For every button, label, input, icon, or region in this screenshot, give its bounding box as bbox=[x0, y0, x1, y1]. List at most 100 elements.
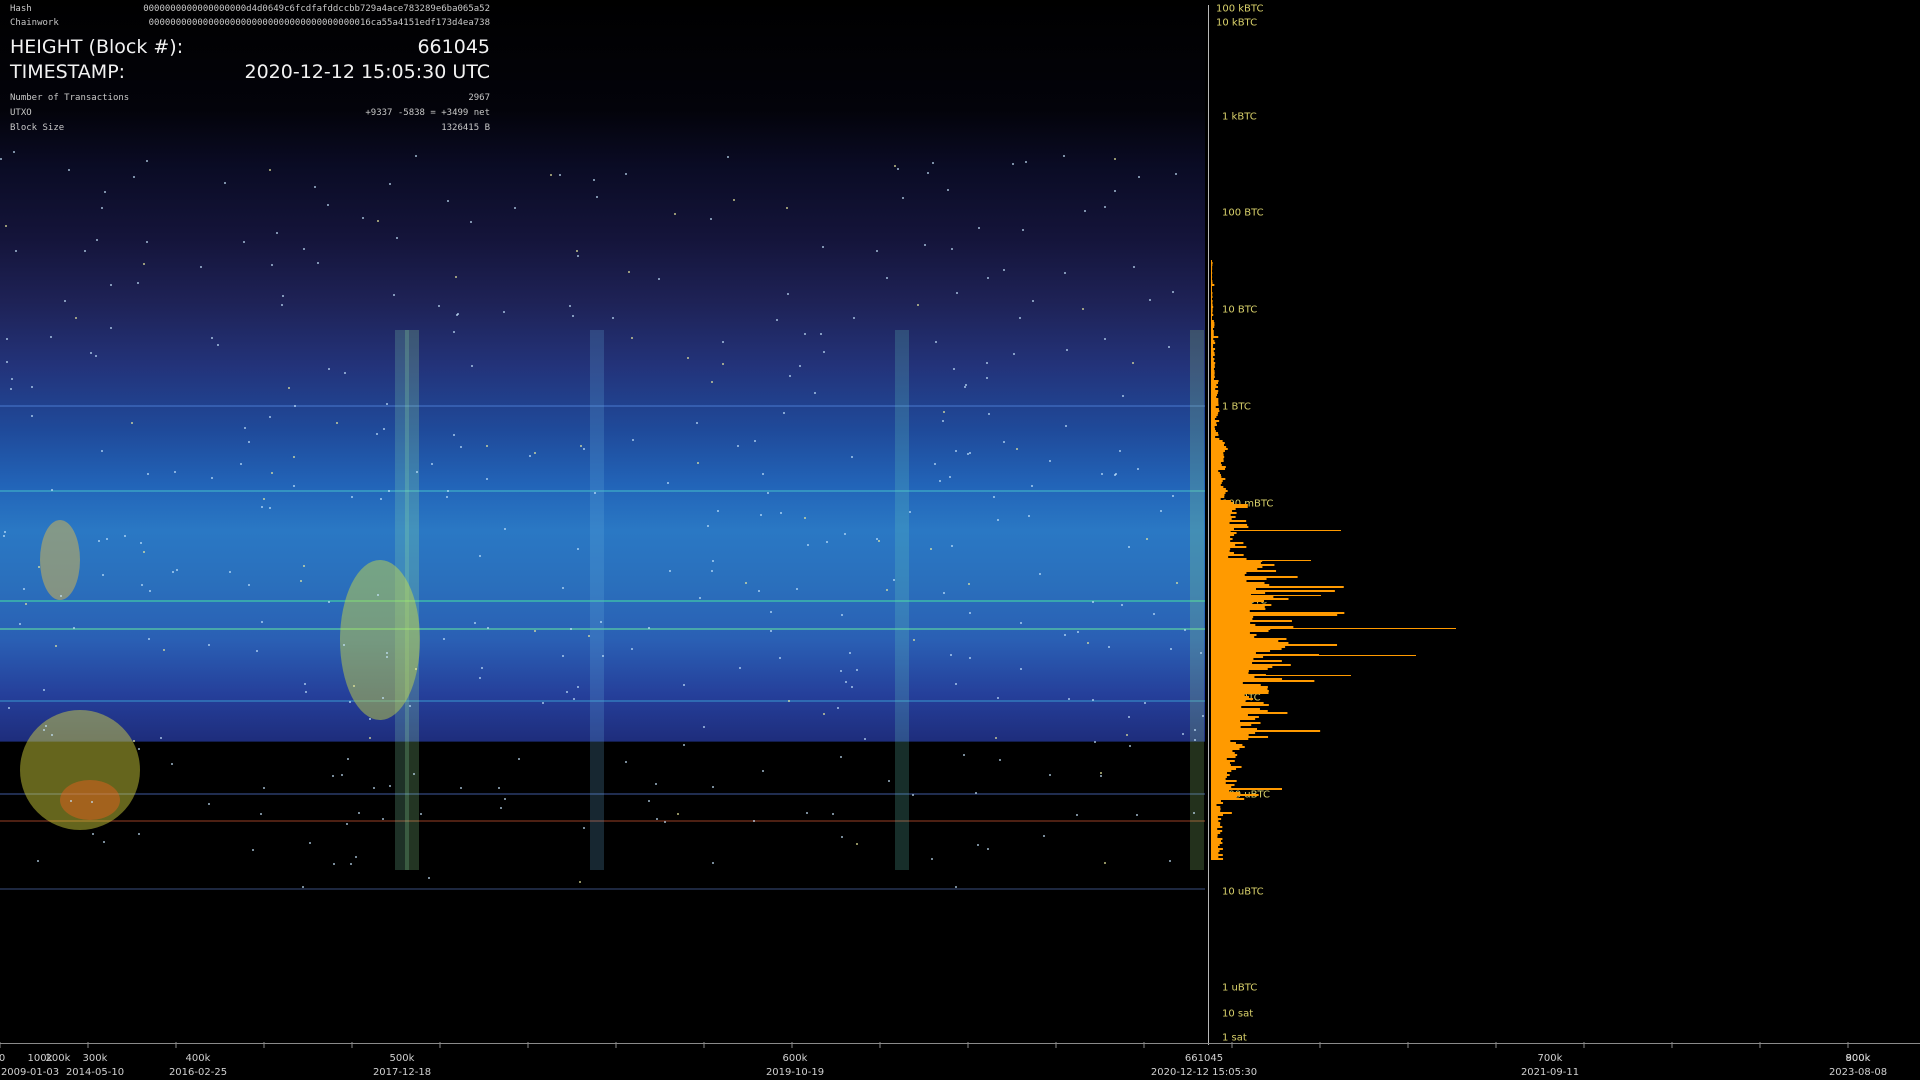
x-date-label: 2021-09-11 bbox=[1520, 1067, 1580, 1078]
heatmap-speck bbox=[1094, 741, 1096, 743]
heatmap-speck bbox=[886, 277, 888, 279]
block-size-value: 1326415 B bbox=[441, 123, 490, 133]
histogram-bar bbox=[1211, 342, 1216, 344]
heatmap-speck bbox=[762, 473, 764, 475]
histogram-bar bbox=[1211, 280, 1213, 282]
heatmap-speck bbox=[788, 700, 790, 702]
heatmap-column bbox=[895, 330, 909, 870]
heatmap-speck bbox=[380, 498, 382, 500]
histogram-bar bbox=[1211, 452, 1224, 454]
histogram-bar bbox=[1211, 446, 1227, 448]
heatmap-speck bbox=[837, 707, 839, 709]
heatmap-speck bbox=[783, 412, 785, 414]
histogram-bar bbox=[1211, 556, 1229, 558]
hash-value: 0000000000000000000d4d0649c6fcdfafddccbb… bbox=[143, 4, 490, 14]
heatmap-speck bbox=[248, 584, 250, 586]
heatmap-speck bbox=[1082, 308, 1084, 310]
histogram-bar bbox=[1211, 316, 1212, 318]
heatmap-speck bbox=[711, 381, 713, 383]
heatmap-band bbox=[0, 888, 1205, 890]
heatmap-speck bbox=[1049, 460, 1051, 462]
heatmap-speck bbox=[559, 174, 561, 176]
histogram-bar bbox=[1211, 428, 1216, 430]
histogram-bar bbox=[1211, 456, 1225, 458]
heatmap-speck bbox=[770, 630, 772, 632]
heatmap-speck bbox=[934, 463, 936, 465]
histogram-bar bbox=[1211, 814, 1223, 816]
histogram-bar bbox=[1211, 334, 1214, 336]
histogram-bar bbox=[1211, 448, 1228, 450]
histogram-bar bbox=[1211, 360, 1214, 362]
heatmap-speck bbox=[997, 519, 999, 521]
histogram-bar bbox=[1211, 798, 1245, 800]
histogram-bar bbox=[1211, 748, 1240, 750]
histogram-bar bbox=[1211, 406, 1216, 408]
histogram-bar bbox=[1211, 318, 1212, 320]
heatmap-speck bbox=[460, 446, 462, 448]
heatmap-speck bbox=[953, 368, 955, 370]
histogram-bar bbox=[1211, 770, 1232, 772]
histogram-bar bbox=[1211, 848, 1223, 850]
heatmap-speck bbox=[328, 368, 330, 370]
heatmap-speck bbox=[931, 858, 933, 860]
heatmap-speck bbox=[346, 823, 348, 825]
histogram-bar bbox=[1211, 704, 1269, 706]
heatmap-speck bbox=[317, 262, 319, 264]
heatmap-speck bbox=[840, 756, 842, 758]
histogram-bar bbox=[1211, 558, 1247, 560]
heatmap-speck bbox=[1169, 860, 1171, 862]
heatmap-speck bbox=[969, 657, 971, 659]
heatmap-speck bbox=[1176, 582, 1178, 584]
heatmap-speck bbox=[382, 818, 384, 820]
heatmap-speck bbox=[471, 365, 473, 367]
heatmap-speck bbox=[844, 533, 846, 535]
heatmap-speck bbox=[110, 327, 112, 329]
heatmap-speck bbox=[474, 622, 476, 624]
heatmap-speck bbox=[95, 355, 97, 357]
heatmap-speck bbox=[0, 158, 2, 160]
histogram-bar bbox=[1211, 458, 1224, 460]
heatmap-speck bbox=[1104, 338, 1106, 340]
histogram-bar bbox=[1211, 400, 1219, 402]
histogram-spike bbox=[1211, 530, 1341, 531]
heatmap-speck bbox=[664, 821, 666, 823]
heatmap-speck bbox=[4, 531, 6, 533]
histogram-bar bbox=[1211, 484, 1221, 486]
heatmap-speck bbox=[856, 669, 858, 671]
histogram-bar bbox=[1211, 846, 1219, 848]
heatmap-speck bbox=[446, 496, 448, 498]
heatmap-speck bbox=[1114, 158, 1116, 160]
histogram-bar bbox=[1211, 286, 1212, 288]
histogram-bar bbox=[1211, 526, 1249, 528]
heatmap-speck bbox=[1025, 161, 1027, 163]
histogram-bar bbox=[1211, 358, 1215, 360]
heatmap-speck bbox=[787, 293, 789, 295]
heatmap-speck bbox=[939, 480, 941, 482]
heatmap-speck bbox=[1101, 473, 1103, 475]
timestamp-label: TIMESTAMP: bbox=[10, 61, 126, 83]
heatmap-speck bbox=[101, 450, 103, 452]
histogram-bar bbox=[1211, 384, 1217, 386]
histogram-bar bbox=[1211, 362, 1216, 364]
histogram-bar bbox=[1211, 822, 1221, 824]
histogram-bar bbox=[1211, 522, 1230, 524]
histogram-bar bbox=[1211, 830, 1223, 832]
heatmap-speck bbox=[5, 225, 7, 227]
histogram-bar bbox=[1211, 296, 1213, 298]
heatmap-speck bbox=[138, 833, 140, 835]
heatmap-speck bbox=[19, 623, 21, 625]
heatmap-speck bbox=[1202, 715, 1204, 717]
heatmap-speck bbox=[739, 667, 741, 669]
heatmap-speck bbox=[240, 463, 242, 465]
histogram-bar bbox=[1211, 356, 1214, 358]
heatmap-speck bbox=[969, 452, 971, 454]
heatmap-speck bbox=[967, 453, 969, 455]
heatmap-speck bbox=[727, 156, 729, 158]
histogram-bar bbox=[1211, 836, 1218, 838]
heatmap-speck bbox=[856, 843, 858, 845]
histogram-bar bbox=[1211, 548, 1231, 550]
heatmap-speck bbox=[487, 627, 489, 629]
heatmap-speck bbox=[453, 331, 455, 333]
heatmap-speck bbox=[993, 496, 995, 498]
heatmap-speck bbox=[562, 655, 564, 657]
